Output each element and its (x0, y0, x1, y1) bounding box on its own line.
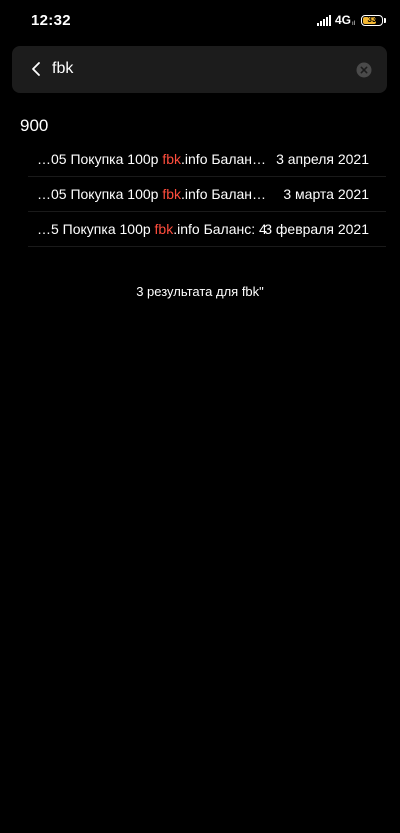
snippet-match: fbk (162, 186, 182, 202)
status-bar: 12:32 4G ıl 33 (0, 0, 400, 40)
search-bar (12, 46, 387, 93)
battery-icon: 33 (361, 14, 383, 26)
chevron-left-icon[interactable] (26, 58, 48, 80)
snippet-prefix: …05 Покупка 100р (37, 151, 163, 167)
snippet-suffix: .info Баланс: 4 (173, 221, 267, 237)
results-summary: 3 результата для fbk" (136, 284, 264, 299)
snippet-prefix: …05 Покупка 100р (37, 186, 163, 202)
result-snippet: …5 Покупка 100р fbk.info Баланс: 4 (37, 221, 272, 237)
snippet-suffix: .info Баланс: 4 (181, 151, 272, 167)
network-type: 4G (334, 13, 351, 27)
snippet-match: fbk (154, 221, 174, 237)
signal-strength-icon (316, 14, 331, 26)
snippet-suffix: .info Баланс: 4 (181, 186, 272, 202)
result-date: 3 февраля 2021 (264, 221, 369, 237)
result-date: 3 апреля 2021 (276, 151, 369, 167)
battery-percent: 33 (367, 15, 377, 24)
result-item[interactable]: …05 Покупка 100р fbk.info Баланс: 4 3 ма… (28, 177, 386, 212)
result-snippet: …05 Покупка 100р fbk.info Баланс: 4 (37, 151, 272, 167)
network-signal-label: ıl (352, 21, 355, 27)
result-item[interactable]: …05 Покупка 100р fbk.info Баланс: 4 3 ап… (28, 142, 386, 177)
status-indicators: 4G ıl 33 (316, 13, 386, 27)
result-item[interactable]: …5 Покупка 100р fbk.info Баланс: 4 3 фев… (28, 212, 386, 247)
clear-circle-icon[interactable] (356, 62, 372, 78)
battery-cap (384, 17, 386, 23)
result-group-title: 900 (20, 116, 49, 135)
result-date: 3 марта 2021 (283, 186, 369, 202)
snippet-match: fbk (162, 151, 182, 167)
result-snippet: …05 Покупка 100р fbk.info Баланс: 4 (37, 186, 272, 202)
search-input[interactable] (52, 58, 342, 80)
snippet-prefix: …5 Покупка 100р (37, 221, 155, 237)
results-list: …05 Покупка 100р fbk.info Баланс: 4 3 ап… (28, 142, 386, 247)
status-time: 12:32 (31, 12, 71, 29)
